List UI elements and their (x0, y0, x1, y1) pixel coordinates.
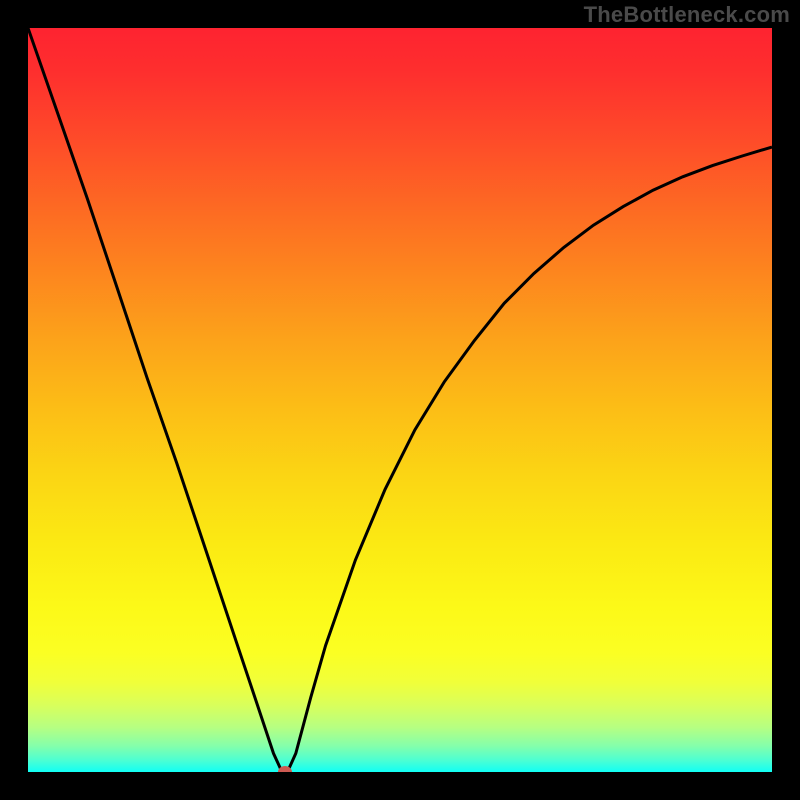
curve-path (28, 28, 772, 770)
optimum-marker (278, 766, 292, 772)
chart-frame: TheBottleneck.com (0, 0, 800, 800)
bottleneck-curve (28, 28, 772, 772)
attribution-text: TheBottleneck.com (584, 2, 790, 28)
plot-area (28, 28, 772, 772)
